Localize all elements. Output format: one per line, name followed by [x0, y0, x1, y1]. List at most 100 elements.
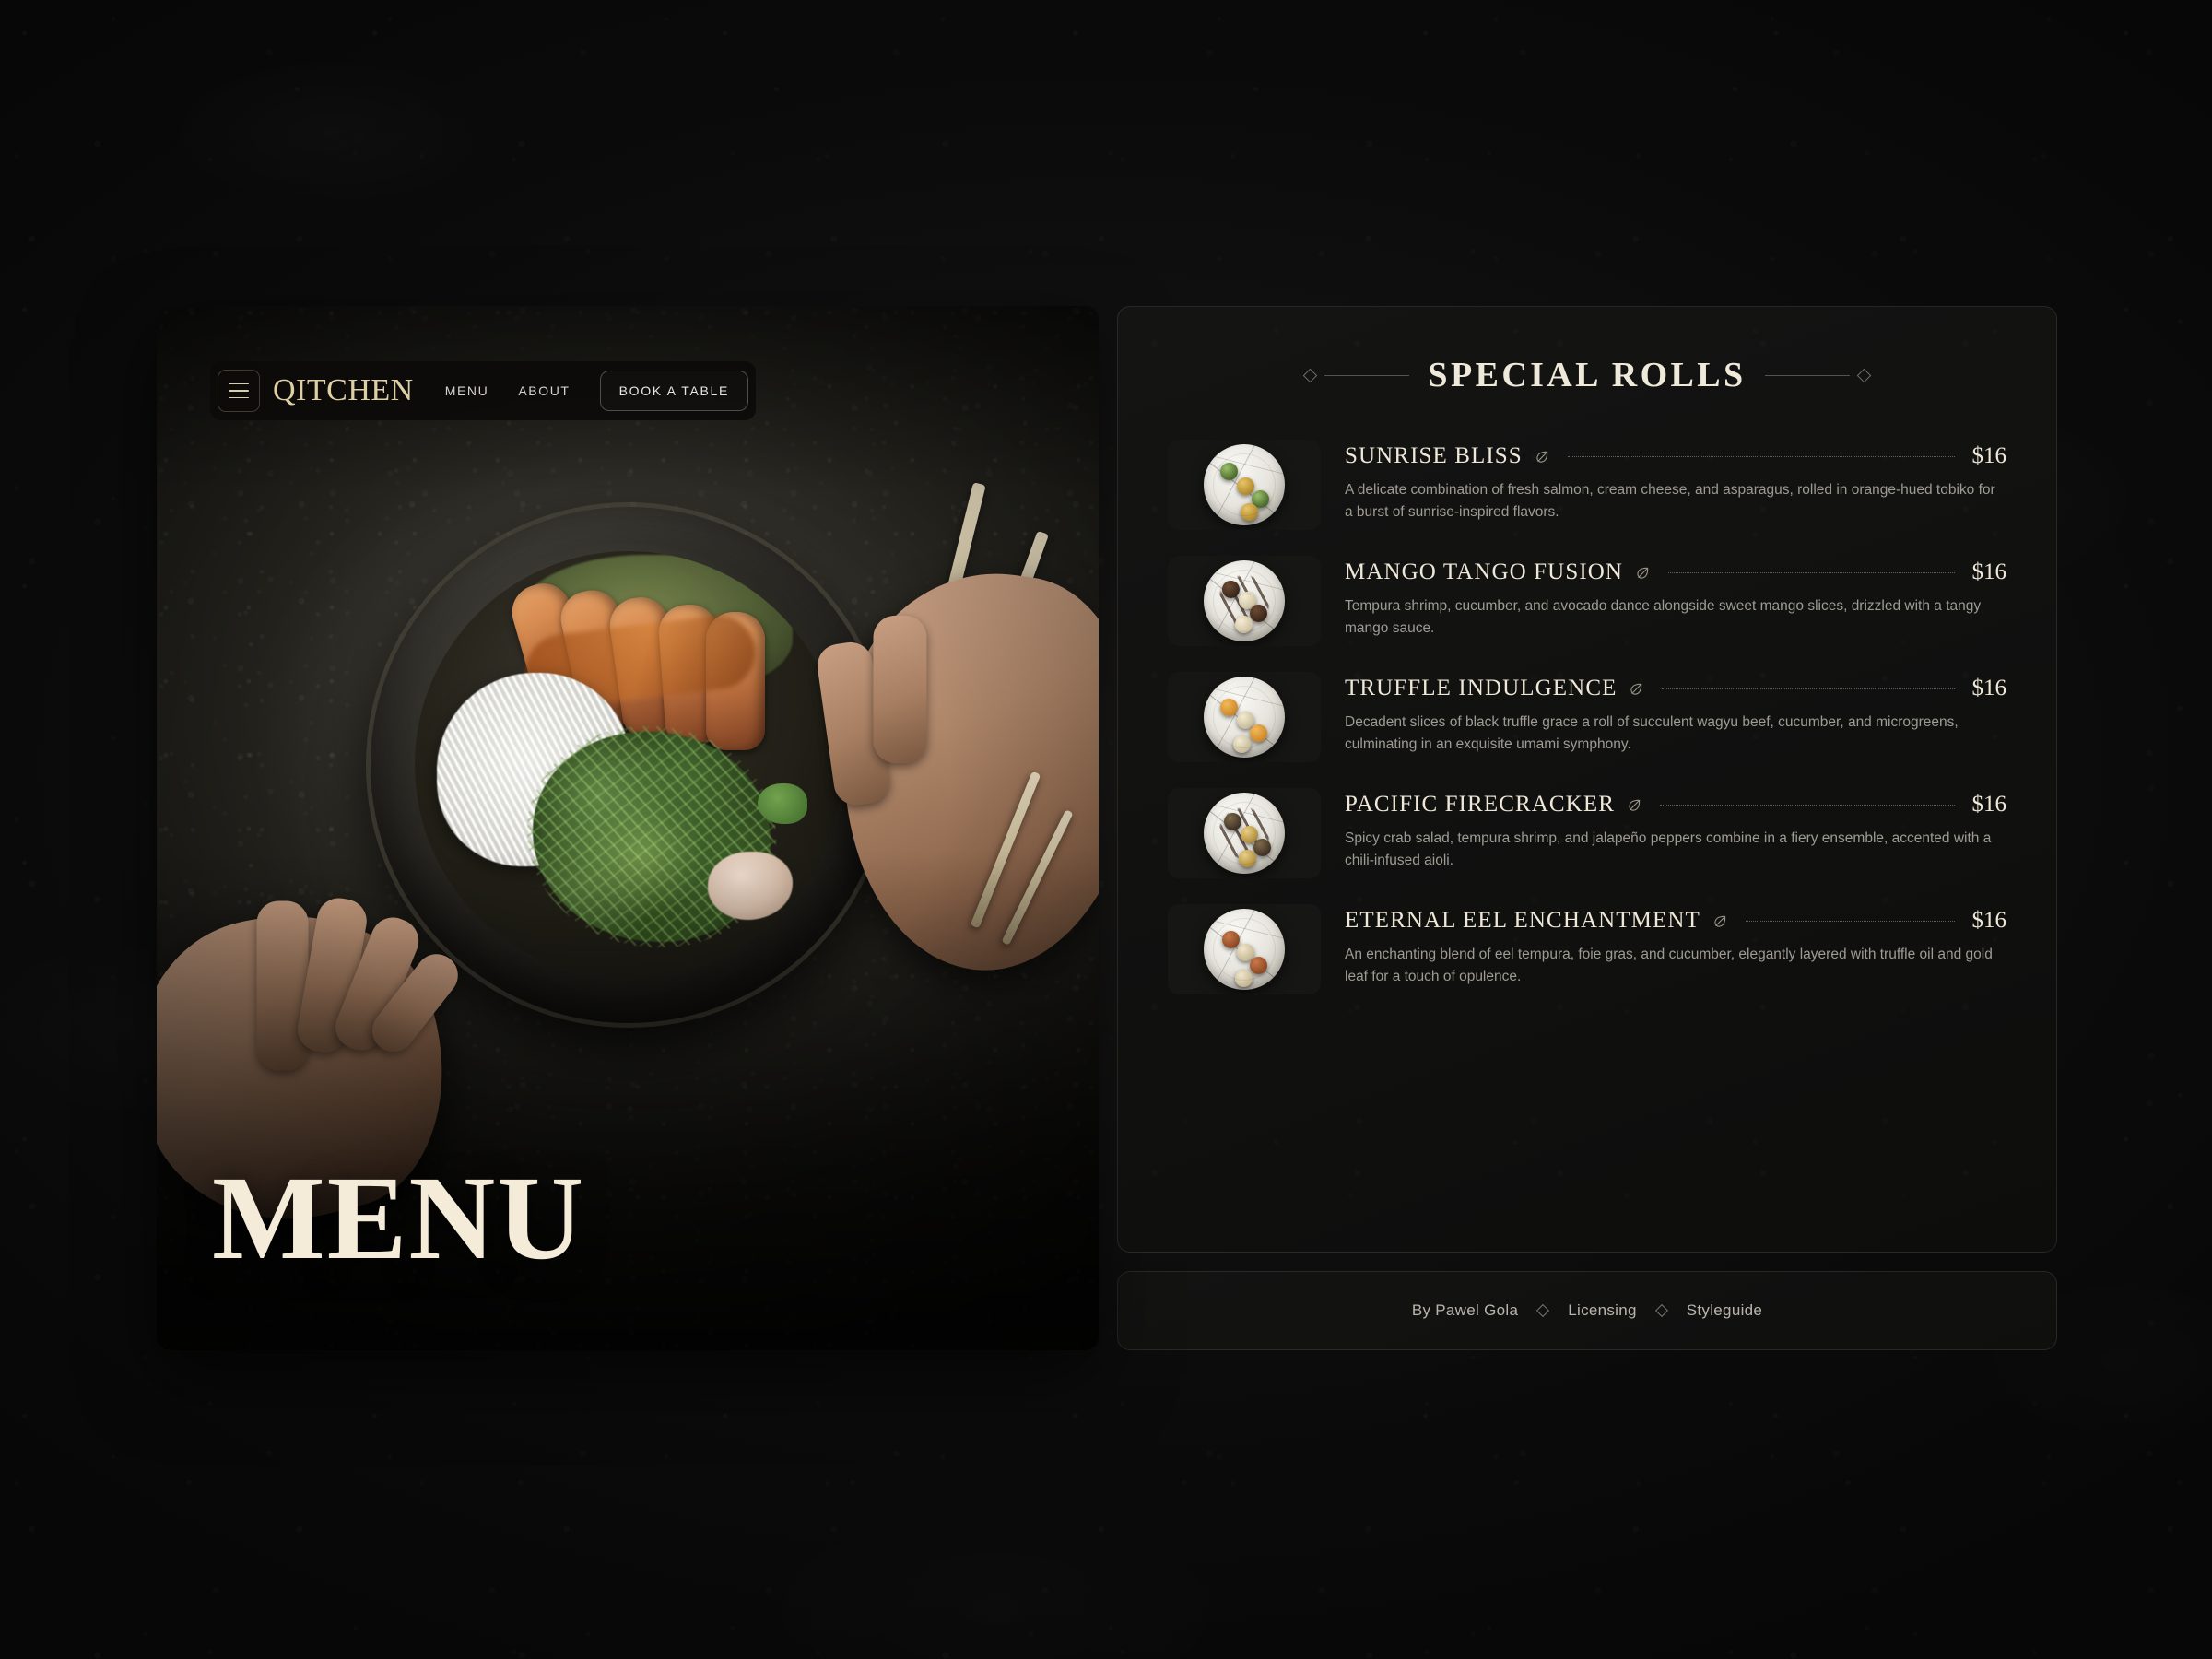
hamburger-menu-icon[interactable] — [218, 370, 260, 412]
dish-header: MANGO TANGO FUSION $16 — [1345, 559, 2006, 585]
special-rolls-panel: SPECIAL ROLLS SUNRISE BLISS $16 A delica… — [1117, 306, 2057, 1253]
nav-link-about[interactable]: ABOUT — [518, 383, 570, 398]
dish-description: An enchanting blend of eel tempura, foie… — [1345, 947, 1993, 985]
footer-link-author[interactable]: By Pawel Gola — [1412, 1301, 1518, 1320]
sushi-roll — [1250, 605, 1267, 622]
menu-list-item[interactable]: TRUFFLE INDULGENCE $16 Decadent slices o… — [1168, 672, 2006, 762]
footer-link-styleguide[interactable]: Styleguide — [1687, 1301, 1762, 1320]
footer-link-licensing[interactable]: Licensing — [1568, 1301, 1637, 1320]
dish-thumbnail — [1168, 556, 1321, 646]
leaf-icon — [1637, 567, 1649, 579]
food-bowl — [371, 507, 887, 1023]
dish-price: $16 — [1971, 792, 2007, 817]
page-root: QITCHEN MENU ABOUT BOOK A TABLE MENU SPE… — [0, 0, 2212, 1659]
sushi-roll — [1237, 477, 1254, 495]
dish-name: PACIFIC FIRECRACKER — [1345, 792, 1615, 817]
right-column: SPECIAL ROLLS SUNRISE BLISS $16 A delica… — [1117, 306, 2057, 1350]
hamburger-bar — [229, 382, 249, 385]
sushi-roll — [1235, 616, 1253, 633]
menu-list-item[interactable]: MANGO TANGO FUSION $16 Tempura shrimp, c… — [1168, 556, 2006, 646]
sushi-roll — [1235, 970, 1253, 987]
sushi-roll — [1252, 490, 1269, 508]
leader-line — [1668, 571, 1955, 573]
leaf-icon — [1714, 915, 1726, 927]
finger — [873, 615, 927, 763]
sushi-roll — [1239, 850, 1256, 867]
ornament-right — [1764, 368, 1871, 382]
sushi-roll — [1237, 712, 1254, 729]
leader-line — [1662, 688, 1955, 689]
hamburger-bar — [229, 390, 249, 392]
dish-name: ETERNAL EEL ENCHANTMENT — [1345, 908, 1700, 933]
brand-logo[interactable]: QITCHEN — [273, 373, 414, 408]
app-layout: QITCHEN MENU ABOUT BOOK A TABLE MENU SPE… — [157, 306, 2057, 1350]
dish-price: $16 — [1971, 908, 2007, 933]
dish-header: ETERNAL EEL ENCHANTMENT $16 — [1345, 908, 2006, 934]
green-puree — [516, 555, 793, 693]
dish-price: $16 — [1971, 559, 2007, 584]
salmon-slice — [606, 594, 685, 739]
diamond-separator-icon — [1654, 1303, 1668, 1318]
sushi-roll — [1241, 826, 1258, 843]
dish-description: Spicy crab salad, tempura shrimp, and ja… — [1345, 830, 1992, 869]
leaf-icon — [1630, 683, 1642, 695]
dish-details: TRUFFLE INDULGENCE $16 Decadent slices o… — [1345, 672, 2006, 757]
leaf-icon — [1629, 799, 1641, 811]
page-title: MENU — [212, 1152, 586, 1286]
nav-link-menu[interactable]: MENU — [445, 383, 489, 398]
book-a-table-button[interactable]: BOOK A TABLE — [599, 371, 749, 411]
leader-line — [1745, 920, 1955, 922]
menu-items-list: SUNRISE BLISS $16 A delicate combination… — [1168, 440, 2006, 994]
sushi-roll — [1237, 944, 1254, 961]
dish-description: A delicate combination of fresh salmon, … — [1345, 482, 1995, 521]
dish-details: MANGO TANGO FUSION $16 Tempura shrimp, c… — [1345, 556, 2006, 641]
finger — [294, 894, 371, 1056]
sushi-roll — [1239, 592, 1256, 609]
plate-image — [1204, 444, 1285, 525]
diamond-ornament-icon — [1303, 368, 1318, 382]
arugula-greens — [527, 726, 776, 947]
pickled-ginger — [708, 852, 793, 920]
dish-price: $16 — [1971, 443, 2007, 468]
leader-line — [1659, 804, 1955, 806]
diamond-ornament-icon — [1856, 368, 1871, 382]
sushi-roll — [1241, 503, 1258, 521]
hero-panel: QITCHEN MENU ABOUT BOOK A TABLE MENU — [157, 306, 1099, 1350]
ornament-line — [1764, 374, 1850, 376]
finger — [328, 911, 426, 1057]
salmon-slice — [505, 577, 601, 726]
dish-price: $16 — [1971, 676, 2007, 700]
finger — [256, 900, 309, 1071]
dish-thumbnail — [1168, 788, 1321, 878]
dish-thumbnail — [1168, 440, 1321, 530]
menu-list-item[interactable]: SUNRISE BLISS $16 A delicate combination… — [1168, 440, 2006, 530]
salmon-slice — [656, 602, 726, 746]
dish-description: Tempura shrimp, cucumber, and avocado da… — [1345, 598, 1982, 637]
leaf-icon — [1536, 451, 1547, 463]
menu-list-item[interactable]: PACIFIC FIRECRACKER $16 Spicy crab salad… — [1168, 788, 2006, 878]
finger — [814, 639, 892, 808]
sushi-roll — [1222, 931, 1240, 948]
ornament-line — [1324, 374, 1410, 376]
sushi-roll — [1220, 699, 1238, 716]
sushi-roll — [1250, 724, 1267, 742]
dish-header: SUNRISE BLISS $16 — [1345, 443, 2006, 469]
dish-thumbnail — [1168, 672, 1321, 762]
salmon-slice — [706, 612, 765, 750]
sauce-drizzle — [1204, 560, 1285, 641]
sushi-roll — [1250, 957, 1267, 974]
plate-image — [1204, 677, 1285, 758]
diamond-separator-icon — [1536, 1303, 1550, 1318]
ornament-left — [1303, 368, 1410, 382]
dish-name: SUNRISE BLISS — [1345, 443, 1523, 468]
dish-details: SUNRISE BLISS $16 A delicate combination… — [1345, 440, 2006, 524]
menu-list-item[interactable]: ETERNAL EEL ENCHANTMENT $16 An enchantin… — [1168, 904, 2006, 994]
main-navbar: QITCHEN MENU ABOUT BOOK A TABLE — [210, 361, 757, 420]
plate-image — [1204, 793, 1285, 874]
plate-crackle-glaze — [1204, 444, 1285, 525]
teriyaki-glaze — [522, 611, 759, 712]
dish-name: MANGO TANGO FUSION — [1345, 559, 1624, 584]
section-title: SPECIAL ROLLS — [1428, 356, 1747, 394]
chopstick — [933, 530, 1050, 821]
chopstick-tip — [1001, 809, 1074, 946]
